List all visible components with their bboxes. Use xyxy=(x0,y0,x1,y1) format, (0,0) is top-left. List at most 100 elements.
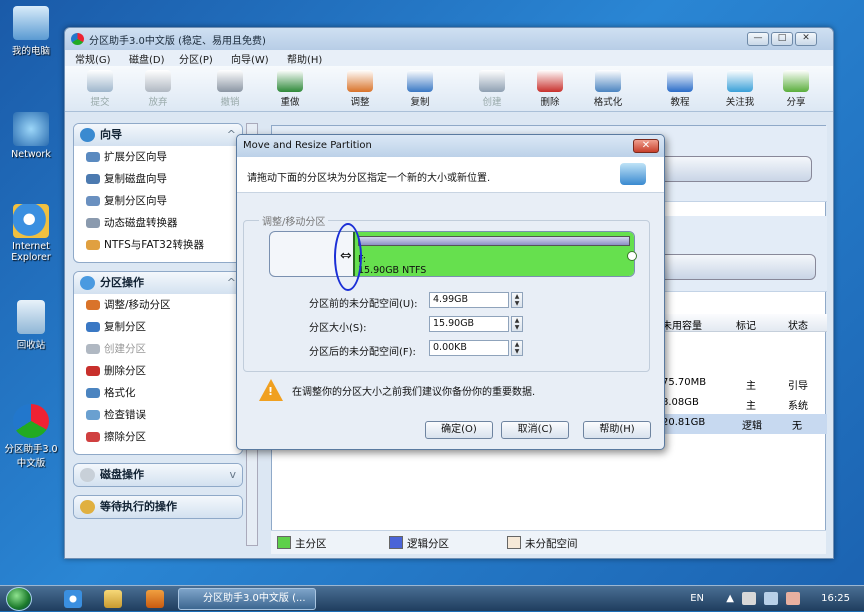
resize-button[interactable]: 调整 xyxy=(335,70,385,108)
size-label: 分区大小(S): xyxy=(309,323,367,334)
panel-item-label: NTFS与FAT32转换器 xyxy=(104,239,205,251)
extend-icon xyxy=(86,152,100,162)
copy-button[interactable]: 复制 xyxy=(395,70,445,108)
dialog-title-bar[interactable]: Move and Resize Partition ✕ xyxy=(237,135,664,157)
size-input[interactable]: 15.90GB xyxy=(429,316,509,332)
op-create-partition[interactable]: 创建分区 xyxy=(74,338,242,360)
tutorial-button[interactable]: 教程 xyxy=(655,70,705,108)
wizard-item-copy-disk[interactable]: 复制磁盘向导 xyxy=(74,168,242,190)
op-check-errors[interactable]: 检查错误 xyxy=(74,404,242,426)
share-icon xyxy=(783,70,809,92)
op-resize-move[interactable]: 调整/移动分区 xyxy=(74,294,242,316)
copy-icon xyxy=(407,70,433,92)
op-wipe-partition[interactable]: 擦除分区 xyxy=(74,426,242,448)
task-label: 分区助手3.0中文版 (... xyxy=(203,593,306,604)
create-icon xyxy=(479,70,505,92)
toolbar-label: 复制 xyxy=(410,97,430,108)
menu-disk[interactable]: 磁盘(D) xyxy=(129,51,165,66)
cell-type: 主 xyxy=(746,401,756,412)
expand-icon[interactable]: v xyxy=(229,464,236,486)
clock[interactable]: 16:25 xyxy=(821,593,850,604)
collapse-icon[interactable]: ^ xyxy=(227,272,236,294)
follow-button[interactable]: 关注我 xyxy=(715,70,765,108)
resize-icon xyxy=(86,300,100,310)
wizard-item-copy-partition[interactable]: 复制分区向导 xyxy=(74,190,242,212)
op-format[interactable]: 格式化 xyxy=(74,382,242,404)
help-icon xyxy=(667,70,693,92)
group-label: 调整/移动分区 xyxy=(259,213,329,228)
panel-item-label: 格式化 xyxy=(104,387,136,399)
apply-button[interactable]: 提交 xyxy=(75,70,125,108)
size-spinner[interactable]: ▲ ▼ xyxy=(511,316,523,332)
pending-icon xyxy=(80,500,95,514)
after-space-spinner[interactable]: ▲ ▼ xyxy=(511,340,523,356)
delete-icon xyxy=(86,366,100,376)
tray-expand-icon[interactable]: ▲ xyxy=(726,593,734,604)
start-button[interactable] xyxy=(6,587,32,611)
flag-icon[interactable] xyxy=(786,592,800,605)
help-button[interactable]: 帮助(H) xyxy=(583,421,651,439)
menu-general[interactable]: 常规(G) xyxy=(75,51,111,66)
panel-title: 等待执行的操作 xyxy=(100,500,177,513)
desktop-icon-ie[interactable]: Internet Explorer xyxy=(0,204,62,263)
discard-button[interactable]: 放弃 xyxy=(133,70,183,108)
wizard-item-dynamic[interactable]: 动态磁盘转换器 xyxy=(74,212,242,234)
desktop-icon-recycle[interactable]: 回收站 xyxy=(0,300,62,351)
desktop-icon-computer[interactable]: 我的电脑 xyxy=(0,6,62,57)
desktop-icon-label: 回收站 xyxy=(16,340,46,351)
warning-text: 在调整你的分区大小之前我们建议你备份你的重要数据. xyxy=(292,387,536,398)
panel-item-label: 擦除分区 xyxy=(104,431,146,443)
partition-ops-header[interactable]: 分区操作 ^ xyxy=(74,272,242,294)
wizard-panel-header[interactable]: 向导 ^ xyxy=(74,124,242,146)
cancel-button[interactable]: 取消(C) xyxy=(501,421,569,439)
ie-taskbar-icon[interactable] xyxy=(64,590,82,608)
disk-ops-header[interactable]: 磁盘操作 v xyxy=(74,464,242,486)
title-bar[interactable]: 分区助手3.0中文版 (稳定、易用且免费) — □ ✕ xyxy=(65,28,833,50)
dialog-close-button[interactable]: ✕ xyxy=(633,139,659,153)
toolbar-label: 重做 xyxy=(280,97,300,108)
wizard-item-ntfs-fat32[interactable]: NTFS与FAT32转换器 xyxy=(74,234,242,256)
after-space-input[interactable]: 0.00KB xyxy=(429,340,509,356)
explorer-taskbar-icon[interactable] xyxy=(104,590,122,608)
undo-button[interactable]: 撤销 xyxy=(205,70,255,108)
cell-type: 逻辑 xyxy=(742,421,762,432)
redo-button[interactable]: 重做 xyxy=(265,70,315,108)
op-delete-partition[interactable]: 删除分区 xyxy=(74,360,242,382)
before-space-input[interactable]: 4.99GB xyxy=(429,292,509,308)
network-tray-icon[interactable] xyxy=(764,592,778,605)
copy-partition-icon xyxy=(86,196,100,206)
menu-wizard[interactable]: 向导(W) xyxy=(231,51,269,66)
language-indicator[interactable]: EN xyxy=(690,593,704,604)
desktop-icon-label: Internet Explorer xyxy=(11,241,51,263)
ok-button[interactable]: 确定(O) xyxy=(425,421,493,439)
dialog-instruction: 请拖动下面的分区块为分区指定一个新的大小或新位置. xyxy=(247,173,491,184)
task-partition-assistant[interactable]: 分区助手3.0中文版 (... xyxy=(178,588,316,610)
speaker-icon[interactable] xyxy=(742,592,756,605)
create-button[interactable]: 创建 xyxy=(467,70,517,108)
partition-slider[interactable]: F: 15.90GB NTFS xyxy=(269,231,635,277)
delete-button[interactable]: 删除 xyxy=(525,70,575,108)
legend-primary: 主分区 xyxy=(277,536,327,551)
menu-partition[interactable]: 分区(P) xyxy=(179,51,213,66)
pending-ops-header[interactable]: 等待执行的操作 xyxy=(74,496,242,518)
ie-icon xyxy=(13,204,49,238)
partition-ops-icon xyxy=(80,276,95,290)
before-space-spinner[interactable]: ▲ ▼ xyxy=(511,292,523,308)
desktop-icon-partition-assistant[interactable]: 分区助手3.0中文版 xyxy=(0,404,62,469)
format-button[interactable]: 格式化 xyxy=(583,70,633,108)
share-button[interactable]: 分享 xyxy=(771,70,821,108)
collapse-icon[interactable]: ^ xyxy=(227,124,236,146)
after-space-label: 分区后的未分配空间(F): xyxy=(309,347,416,358)
resize-cursor-icon: ⇔ xyxy=(340,248,352,264)
maximize-button[interactable]: □ xyxy=(771,32,793,46)
op-copy-partition[interactable]: 复制分区 xyxy=(74,316,242,338)
right-resize-handle[interactable] xyxy=(627,251,637,261)
resize-icon xyxy=(347,70,373,92)
wizard-item-extend[interactable]: 扩展分区向导 xyxy=(74,146,242,168)
desktop-icon-network[interactable]: Network xyxy=(0,112,62,160)
panel-item-label: 检查错误 xyxy=(104,409,146,421)
minimize-button[interactable]: — xyxy=(747,32,769,46)
close-button[interactable]: ✕ xyxy=(795,32,817,46)
menu-help[interactable]: 帮助(H) xyxy=(287,51,322,66)
media-player-taskbar-icon[interactable] xyxy=(146,590,164,608)
